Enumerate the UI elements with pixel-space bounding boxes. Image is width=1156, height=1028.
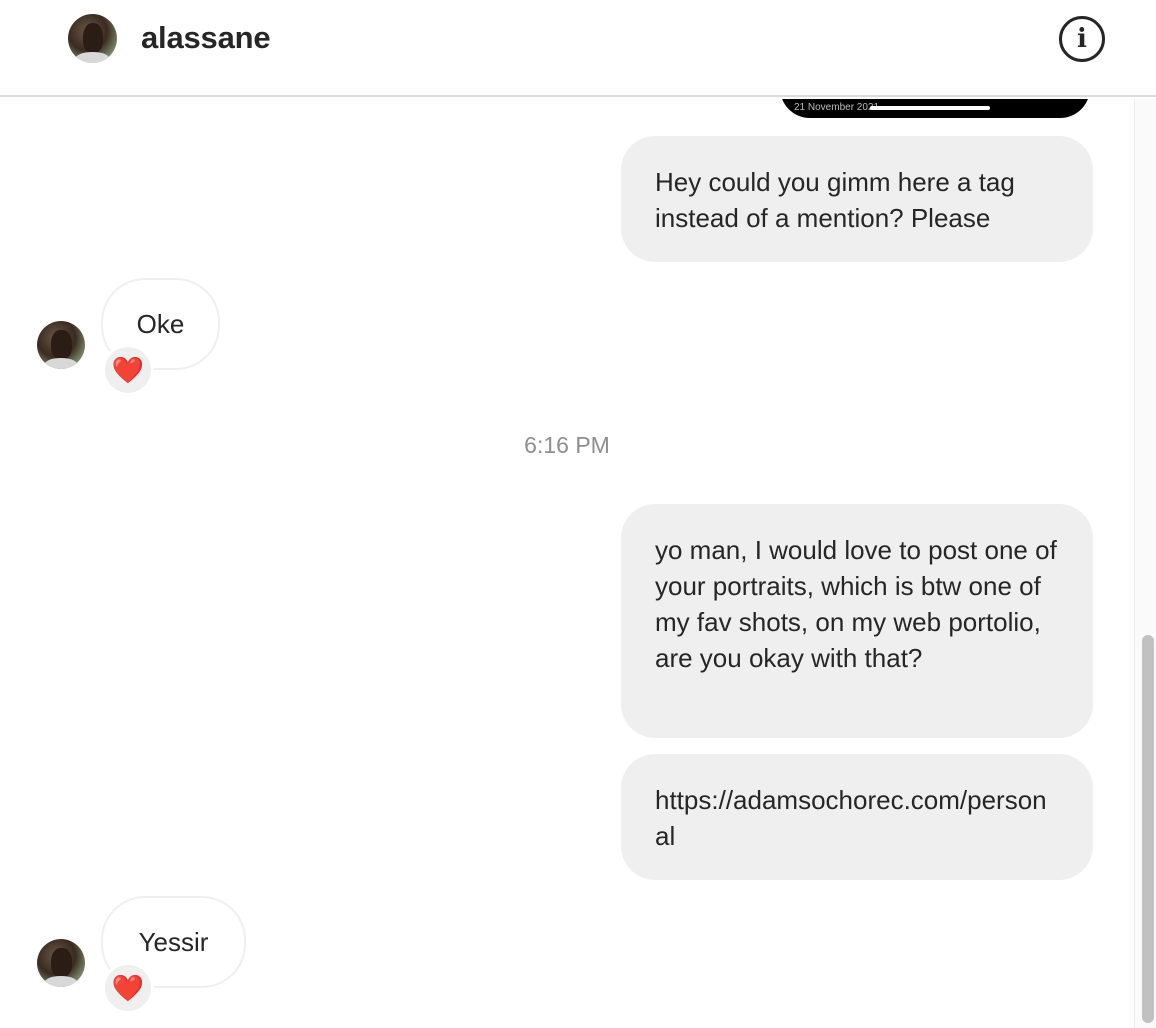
heart-icon: ❤️ bbox=[111, 354, 145, 385]
message-thread[interactable]: 21 November 2021 Hey could you gimm here… bbox=[0, 99, 1134, 1028]
header-avatar[interactable] bbox=[68, 14, 117, 63]
avatar-face bbox=[51, 947, 72, 978]
heart-icon: ❤️ bbox=[111, 972, 145, 1003]
scrollbar[interactable] bbox=[1134, 99, 1156, 1028]
sender-avatar[interactable] bbox=[37, 939, 85, 987]
chat-header: alassane i bbox=[0, 0, 1156, 97]
message-text: Oke bbox=[136, 309, 185, 339]
message-text: Yessir bbox=[138, 927, 209, 957]
outgoing-link-message[interactable]: https://adamsochorec.com/personal bbox=[621, 754, 1093, 880]
scrollbar-thumb[interactable] bbox=[1142, 635, 1154, 1023]
message-link[interactable]: https://adamsochorec.com/personal bbox=[655, 785, 1047, 851]
media-progress-bar bbox=[870, 106, 990, 110]
sender-avatar[interactable] bbox=[37, 321, 85, 369]
avatar-shirt bbox=[44, 358, 78, 369]
outgoing-message[interactable]: yo man, I would love to post one of your… bbox=[621, 504, 1093, 738]
avatar-face bbox=[51, 329, 72, 360]
shared-media-preview[interactable]: 21 November 2021 bbox=[780, 99, 1090, 118]
message-text: yo man, I would love to post one of your… bbox=[655, 535, 1057, 673]
info-circle-icon: i bbox=[1077, 24, 1087, 54]
avatar-shirt bbox=[75, 52, 110, 63]
avatar-face bbox=[82, 22, 104, 54]
heart-reaction[interactable]: ❤️ bbox=[102, 962, 154, 1014]
heart-reaction[interactable]: ❤️ bbox=[102, 344, 154, 396]
outgoing-message[interactable]: Hey could you gimm here a tag instead of… bbox=[621, 136, 1093, 262]
message-text: Hey could you gimm here a tag instead of… bbox=[655, 167, 1015, 233]
chat-username[interactable]: alassane bbox=[141, 20, 271, 56]
info-button[interactable]: i bbox=[1059, 16, 1105, 62]
avatar-shirt bbox=[44, 976, 78, 987]
message-timestamp: 6:16 PM bbox=[524, 432, 610, 458]
media-date: 21 November 2021 bbox=[794, 102, 880, 113]
